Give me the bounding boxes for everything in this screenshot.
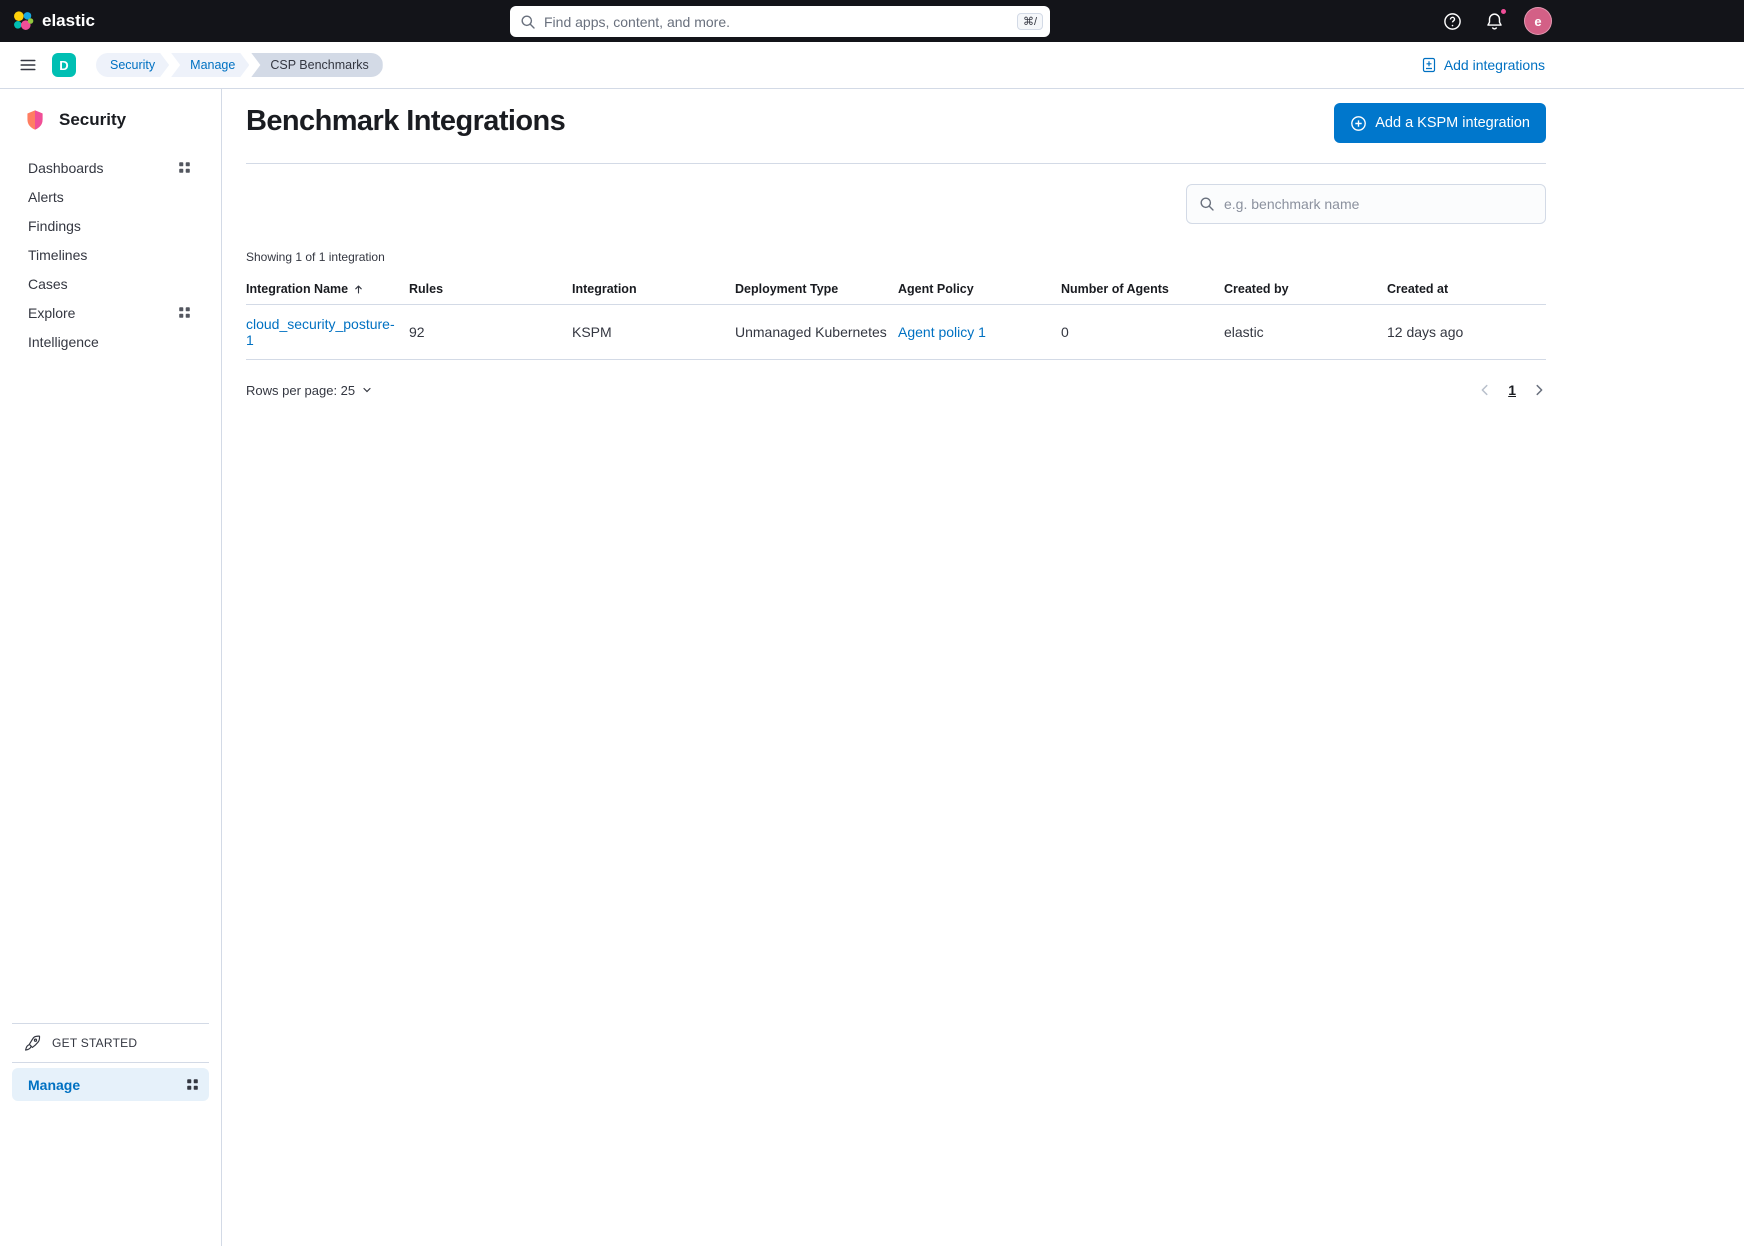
breadcrumb-security[interactable]: Security xyxy=(96,53,169,77)
deployment-type-cell: Unmanaged Kubernetes xyxy=(735,305,898,360)
logo-text: elastic xyxy=(42,11,95,31)
sidebar-item-label: Findings xyxy=(28,218,81,234)
help-button[interactable] xyxy=(1440,9,1464,33)
chevron-left-icon xyxy=(1478,383,1492,397)
sidebar-item-findings[interactable]: Findings xyxy=(0,211,221,240)
rows-per-page-button[interactable]: Rows per page: 25 xyxy=(246,383,373,398)
sidebar-item-cases[interactable]: Cases xyxy=(0,269,221,298)
column-header-deployment-type: Deployment Type xyxy=(735,274,898,305)
column-header-created-by: Created by xyxy=(1224,274,1387,305)
sidebar-item-dashboards[interactable]: Dashboards xyxy=(0,153,221,182)
sidebar-item-label: Dashboards xyxy=(28,160,104,176)
sidebar-item-label: Timelines xyxy=(28,247,87,263)
table-row: cloud_security_posture-1 92 KSPM Unmanag… xyxy=(246,305,1546,360)
user-avatar[interactable]: e xyxy=(1524,7,1552,35)
add-integrations-icon xyxy=(1421,57,1437,73)
main-content: Benchmark Integrations Add a KSPM integr… xyxy=(222,89,1744,1246)
benchmark-search-input[interactable] xyxy=(1224,196,1533,212)
menu-button[interactable] xyxy=(16,53,40,77)
page-1-button[interactable]: 1 xyxy=(1508,382,1516,398)
column-header-agent-policy: Agent Policy xyxy=(898,274,1061,305)
add-kspm-integration-button[interactable]: Add a KSPM integration xyxy=(1334,103,1546,143)
rocket-icon xyxy=(24,1035,41,1052)
add-kspm-integration-label: Add a KSPM integration xyxy=(1375,115,1530,131)
divider xyxy=(246,163,1546,164)
sort-ascending-icon xyxy=(353,284,364,295)
breadcrumb-bar: D Security Manage CSP Benchmarks Add int… xyxy=(0,42,1744,89)
column-header-rules: Rules xyxy=(409,274,572,305)
column-header-number-of-agents: Number of Agents xyxy=(1061,274,1224,305)
search-shortcut-badge: ⌘/ xyxy=(1017,13,1043,30)
column-label: Integration Name xyxy=(246,282,348,296)
global-search-input[interactable] xyxy=(544,14,1009,30)
breadcrumb-manage[interactable]: Manage xyxy=(171,53,249,77)
menu-icon xyxy=(19,56,37,74)
get-started-link[interactable]: GET STARTED xyxy=(12,1024,209,1062)
sidebar-item-label: Manage xyxy=(28,1077,80,1093)
help-icon xyxy=(1443,12,1462,31)
notifications-button[interactable] xyxy=(1482,9,1506,33)
column-header-integration-name[interactable]: Integration Name xyxy=(246,274,409,305)
next-page-button[interactable] xyxy=(1532,383,1546,397)
plus-circle-icon xyxy=(1350,115,1367,132)
elastic-logo-icon xyxy=(12,10,34,32)
created-at-cell: 12 days ago xyxy=(1387,305,1546,360)
sidebar-header: Security xyxy=(0,109,221,131)
global-header: elastic ⌘/ e xyxy=(0,0,1744,42)
pagination: 1 xyxy=(1478,382,1546,398)
breadcrumb: Security Manage CSP Benchmarks xyxy=(96,53,383,77)
chevron-right-icon xyxy=(1532,383,1546,397)
get-started-label: GET STARTED xyxy=(52,1036,137,1050)
header-actions: e xyxy=(1440,7,1552,35)
sidebar-item-intelligence[interactable]: Intelligence xyxy=(0,327,221,356)
column-header-created-at: Created at xyxy=(1387,274,1546,305)
grid-icon[interactable] xyxy=(178,161,191,174)
benchmark-search-field[interactable] xyxy=(1186,184,1546,224)
table-header-row: Integration Name Rules Integration Deplo… xyxy=(246,274,1546,305)
agent-policy-link[interactable]: Agent policy 1 xyxy=(898,324,986,340)
app-body: Security Dashboards Alerts Findings Time… xyxy=(0,89,1744,1246)
search-icon xyxy=(520,14,536,30)
number-of-agents-cell: 0 xyxy=(1061,305,1224,360)
table-footer: Rows per page: 25 1 xyxy=(246,370,1546,410)
sidebar-item-timelines[interactable]: Timelines xyxy=(0,240,221,269)
global-search[interactable]: ⌘/ xyxy=(510,6,1050,37)
sidebar-item-manage[interactable]: Manage xyxy=(12,1068,209,1101)
sidebar-item-label: Explore xyxy=(28,305,75,321)
search-icon xyxy=(1199,196,1215,212)
sidebar-nav: Dashboards Alerts Findings Timelines Cas… xyxy=(0,153,221,356)
sidebar-item-label: Alerts xyxy=(28,189,64,205)
add-integrations-link[interactable]: Add integrations xyxy=(1421,57,1545,73)
column-header-integration: Integration xyxy=(572,274,735,305)
notification-dot xyxy=(1499,7,1508,16)
sidebar-item-explore[interactable]: Explore xyxy=(0,298,221,327)
page-title: Benchmark Integrations xyxy=(246,103,565,139)
created-by-cell: elastic xyxy=(1224,305,1387,360)
grid-icon[interactable] xyxy=(178,306,191,319)
integration-cell: KSPM xyxy=(572,305,735,360)
chevron-down-icon xyxy=(361,384,373,396)
results-count: Showing 1 of 1 integration xyxy=(246,250,1546,264)
grid-icon[interactable] xyxy=(186,1078,199,1091)
sidebar-title: Security xyxy=(59,110,126,130)
add-integrations-label: Add integrations xyxy=(1444,57,1545,73)
previous-page-button[interactable] xyxy=(1478,383,1492,397)
elastic-logo[interactable]: elastic xyxy=(12,10,95,32)
sidebar-item-label: Cases xyxy=(28,276,68,292)
deployment-badge[interactable]: D xyxy=(52,53,76,77)
security-sidebar: Security Dashboards Alerts Findings Time… xyxy=(0,89,222,1246)
security-app-icon xyxy=(24,109,46,131)
sidebar-item-alerts[interactable]: Alerts xyxy=(0,182,221,211)
sidebar-footer: GET STARTED Manage xyxy=(0,1023,221,1246)
rows-per-page-label: Rows per page: 25 xyxy=(246,383,355,398)
sidebar-item-label: Intelligence xyxy=(28,334,99,350)
breadcrumb-csp-benchmarks: CSP Benchmarks xyxy=(251,53,382,77)
rules-cell: 92 xyxy=(409,305,572,360)
divider xyxy=(12,1062,209,1063)
benchmark-table: Integration Name Rules Integration Deplo… xyxy=(246,274,1546,360)
integration-name-link[interactable]: cloud_security_posture-1 xyxy=(246,316,395,348)
